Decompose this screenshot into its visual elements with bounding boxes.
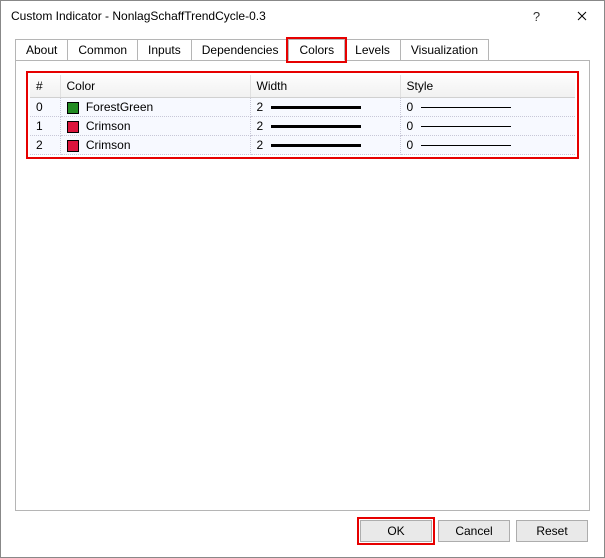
- col-header-index[interactable]: #: [30, 75, 60, 98]
- tab-colors[interactable]: Colors: [288, 39, 345, 61]
- dialog-footer: OK Cancel Reset: [15, 511, 590, 545]
- titlebar: Custom Indicator - NonlagSchaffTrendCycl…: [1, 1, 604, 31]
- col-header-color[interactable]: Color: [60, 75, 250, 98]
- tab-inputs[interactable]: Inputs: [137, 39, 192, 61]
- tab-panel: # Color Width Style 0 ForestGreen: [15, 60, 590, 511]
- color-name: Crimson: [86, 119, 131, 133]
- cell-index: 1: [30, 117, 60, 136]
- width-line-icon: [271, 144, 361, 147]
- style-value: 0: [407, 138, 414, 152]
- col-header-style[interactable]: Style: [400, 75, 575, 98]
- cell-style[interactable]: 0: [400, 98, 575, 117]
- cell-color[interactable]: Crimson: [60, 117, 250, 136]
- ok-button[interactable]: OK: [360, 520, 432, 542]
- color-swatch: [67, 121, 79, 133]
- dialog-window: Custom Indicator - NonlagSchaffTrendCycl…: [0, 0, 605, 558]
- width-line-icon: [271, 106, 361, 109]
- cell-width[interactable]: 2: [250, 136, 400, 155]
- cell-width[interactable]: 2: [250, 98, 400, 117]
- tab-common[interactable]: Common: [67, 39, 138, 61]
- style-value: 0: [407, 119, 414, 133]
- table-row[interactable]: 2 Crimson 2 0: [30, 136, 575, 155]
- close-button[interactable]: [559, 1, 604, 31]
- style-line-icon: [421, 107, 511, 108]
- tab-dependencies[interactable]: Dependencies: [191, 39, 290, 61]
- color-swatch: [67, 102, 79, 114]
- cell-color[interactable]: ForestGreen: [60, 98, 250, 117]
- color-name: ForestGreen: [86, 100, 153, 114]
- table-row[interactable]: 0 ForestGreen 2 0: [30, 98, 575, 117]
- cell-width[interactable]: 2: [250, 117, 400, 136]
- table-row[interactable]: 1 Crimson 2 0: [30, 117, 575, 136]
- cell-index: 0: [30, 98, 60, 117]
- style-line-icon: [421, 126, 511, 127]
- tab-about[interactable]: About: [15, 39, 68, 61]
- width-value: 2: [257, 138, 264, 152]
- colors-table: # Color Width Style 0 ForestGreen: [30, 75, 575, 155]
- tab-visualization[interactable]: Visualization: [400, 39, 489, 61]
- window-title: Custom Indicator - NonlagSchaffTrendCycl…: [11, 9, 514, 23]
- cell-style[interactable]: 0: [400, 117, 575, 136]
- cell-index: 2: [30, 136, 60, 155]
- color-swatch: [67, 140, 79, 152]
- style-value: 0: [407, 100, 414, 114]
- cancel-button[interactable]: Cancel: [438, 520, 510, 542]
- client-area: About Common Inputs Dependencies Colors …: [1, 31, 604, 557]
- width-value: 2: [257, 119, 264, 133]
- width-line-icon: [271, 125, 361, 128]
- tab-levels[interactable]: Levels: [344, 39, 401, 61]
- width-value: 2: [257, 100, 264, 114]
- style-line-icon: [421, 145, 511, 146]
- reset-button[interactable]: Reset: [516, 520, 588, 542]
- colors-grid-wrap: # Color Width Style 0 ForestGreen: [26, 71, 579, 159]
- cell-color[interactable]: Crimson: [60, 136, 250, 155]
- help-button[interactable]: ?: [514, 1, 559, 31]
- close-icon: [577, 11, 587, 21]
- color-name: Crimson: [86, 138, 131, 152]
- col-header-width[interactable]: Width: [250, 75, 400, 98]
- tab-bar: About Common Inputs Dependencies Colors …: [15, 39, 590, 61]
- help-icon: ?: [533, 9, 540, 24]
- cell-style[interactable]: 0: [400, 136, 575, 155]
